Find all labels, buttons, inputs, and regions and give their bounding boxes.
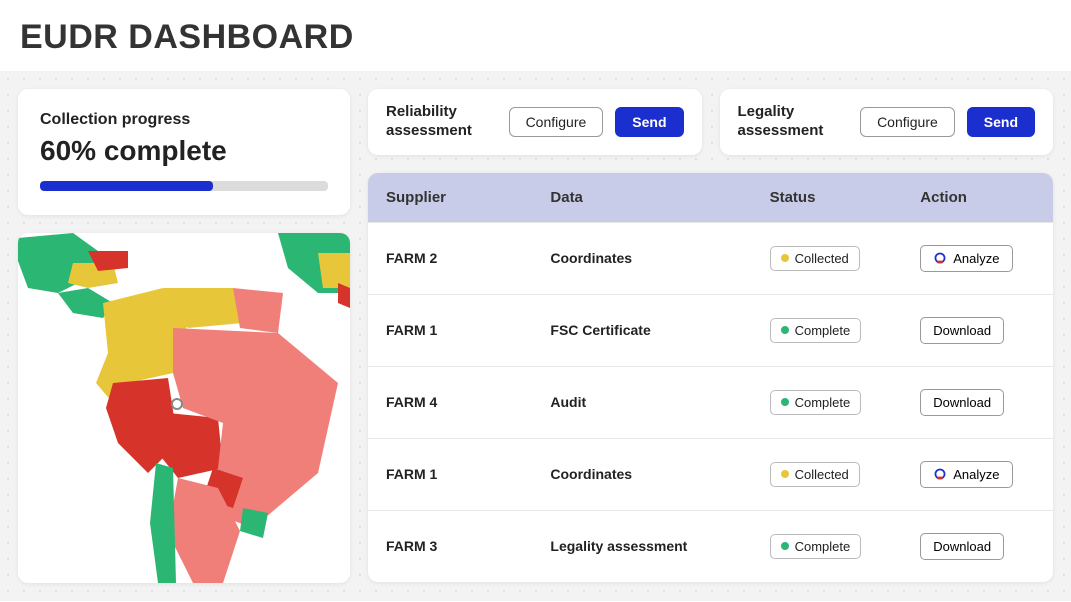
- status-badge: Complete: [770, 390, 862, 415]
- cell-action: Download: [902, 294, 1053, 366]
- cell-status: Collected: [752, 222, 903, 294]
- col-data: Data: [532, 173, 751, 223]
- progress-bar: [40, 181, 328, 191]
- reliability-title: Reliability assessment: [386, 103, 497, 141]
- analyze-icon: [933, 467, 947, 481]
- collection-progress-card: Collection progress 60% complete: [18, 89, 350, 215]
- download-button[interactable]: Download: [920, 533, 1004, 560]
- status-text: Complete: [795, 539, 851, 554]
- cell-action: Analyze: [902, 222, 1053, 294]
- cell-action: Download: [902, 366, 1053, 438]
- cell-data: Audit: [532, 366, 751, 438]
- download-button[interactable]: Download: [920, 389, 1004, 416]
- analyze-icon: [933, 251, 947, 265]
- south-america-map: [18, 233, 350, 583]
- map-marker: [171, 398, 183, 410]
- legality-configure-button[interactable]: Configure: [860, 107, 955, 137]
- cell-data: FSC Certificate: [532, 294, 751, 366]
- cell-status: Collected: [752, 438, 903, 510]
- supplier-table-card: Supplier Data Status Action FARM 2Coordi…: [368, 173, 1053, 582]
- page-title: EUDR DASHBOARD: [0, 0, 1071, 71]
- status-dot-icon: [781, 542, 789, 550]
- status-badge: Collected: [770, 246, 860, 271]
- cell-supplier: FARM 3: [368, 510, 532, 582]
- download-button[interactable]: Download: [920, 317, 1004, 344]
- legality-title: Legality assessment: [738, 103, 849, 141]
- progress-label: Collection progress: [40, 111, 328, 129]
- legality-send-button[interactable]: Send: [967, 107, 1035, 137]
- status-dot-icon: [781, 254, 789, 262]
- reliability-configure-button[interactable]: Configure: [509, 107, 604, 137]
- col-action: Action: [902, 173, 1053, 223]
- supplier-table: Supplier Data Status Action FARM 2Coordi…: [368, 173, 1053, 582]
- reliability-send-button[interactable]: Send: [615, 107, 683, 137]
- cell-data: Coordinates: [532, 438, 751, 510]
- assessment-row: Reliability assessment Configure Send Le…: [368, 89, 1053, 155]
- cell-status: Complete: [752, 366, 903, 438]
- cell-supplier: FARM 1: [368, 294, 532, 366]
- table-row: FARM 3Legality assessment Complete Downloa…: [368, 510, 1053, 582]
- status-dot-icon: [781, 326, 789, 334]
- action-label: Download: [933, 323, 991, 338]
- cell-supplier: FARM 1: [368, 438, 532, 510]
- map-card: [18, 233, 350, 583]
- cell-action: Analyze: [902, 438, 1053, 510]
- reliability-assessment-card: Reliability assessment Configure Send: [368, 89, 702, 155]
- legality-assessment-card: Legality assessment Configure Send: [720, 89, 1054, 155]
- status-text: Collected: [795, 251, 849, 266]
- dashboard-grid: Collection progress 60% complete: [0, 71, 1071, 601]
- status-badge: Complete: [770, 318, 862, 343]
- status-dot-icon: [781, 398, 789, 406]
- status-dot-icon: [781, 470, 789, 478]
- col-supplier: Supplier: [368, 173, 532, 223]
- cell-status: Complete: [752, 294, 903, 366]
- table-row: FARM 1FSC Certificate Complete Download: [368, 294, 1053, 366]
- cell-data: Coordinates: [532, 222, 751, 294]
- status-badge: Complete: [770, 534, 862, 559]
- status-text: Collected: [795, 467, 849, 482]
- action-label: Download: [933, 539, 991, 554]
- status-badge: Collected: [770, 462, 860, 487]
- analyze-button[interactable]: Analyze: [920, 461, 1012, 488]
- cell-status: Complete: [752, 510, 903, 582]
- left-column: Collection progress 60% complete: [18, 89, 350, 583]
- table-header-row: Supplier Data Status Action: [368, 173, 1053, 223]
- cell-supplier: FARM 2: [368, 222, 532, 294]
- progress-value: 60% complete: [40, 135, 328, 167]
- table-row: FARM 2Coordinates Collected Analyze: [368, 222, 1053, 294]
- table-row: FARM 4Audit Complete Download: [368, 366, 1053, 438]
- action-label: Analyze: [953, 467, 999, 482]
- col-status: Status: [752, 173, 903, 223]
- table-row: FARM 1Coordinates Collected Analyze: [368, 438, 1053, 510]
- progress-bar-fill: [40, 181, 213, 191]
- right-column: Reliability assessment Configure Send Le…: [368, 89, 1053, 582]
- status-text: Complete: [795, 395, 851, 410]
- action-label: Analyze: [953, 251, 999, 266]
- action-label: Download: [933, 395, 991, 410]
- status-text: Complete: [795, 323, 851, 338]
- cell-data: Legality assessment: [532, 510, 751, 582]
- analyze-button[interactable]: Analyze: [920, 245, 1012, 272]
- cell-supplier: FARM 4: [368, 366, 532, 438]
- cell-action: Download: [902, 510, 1053, 582]
